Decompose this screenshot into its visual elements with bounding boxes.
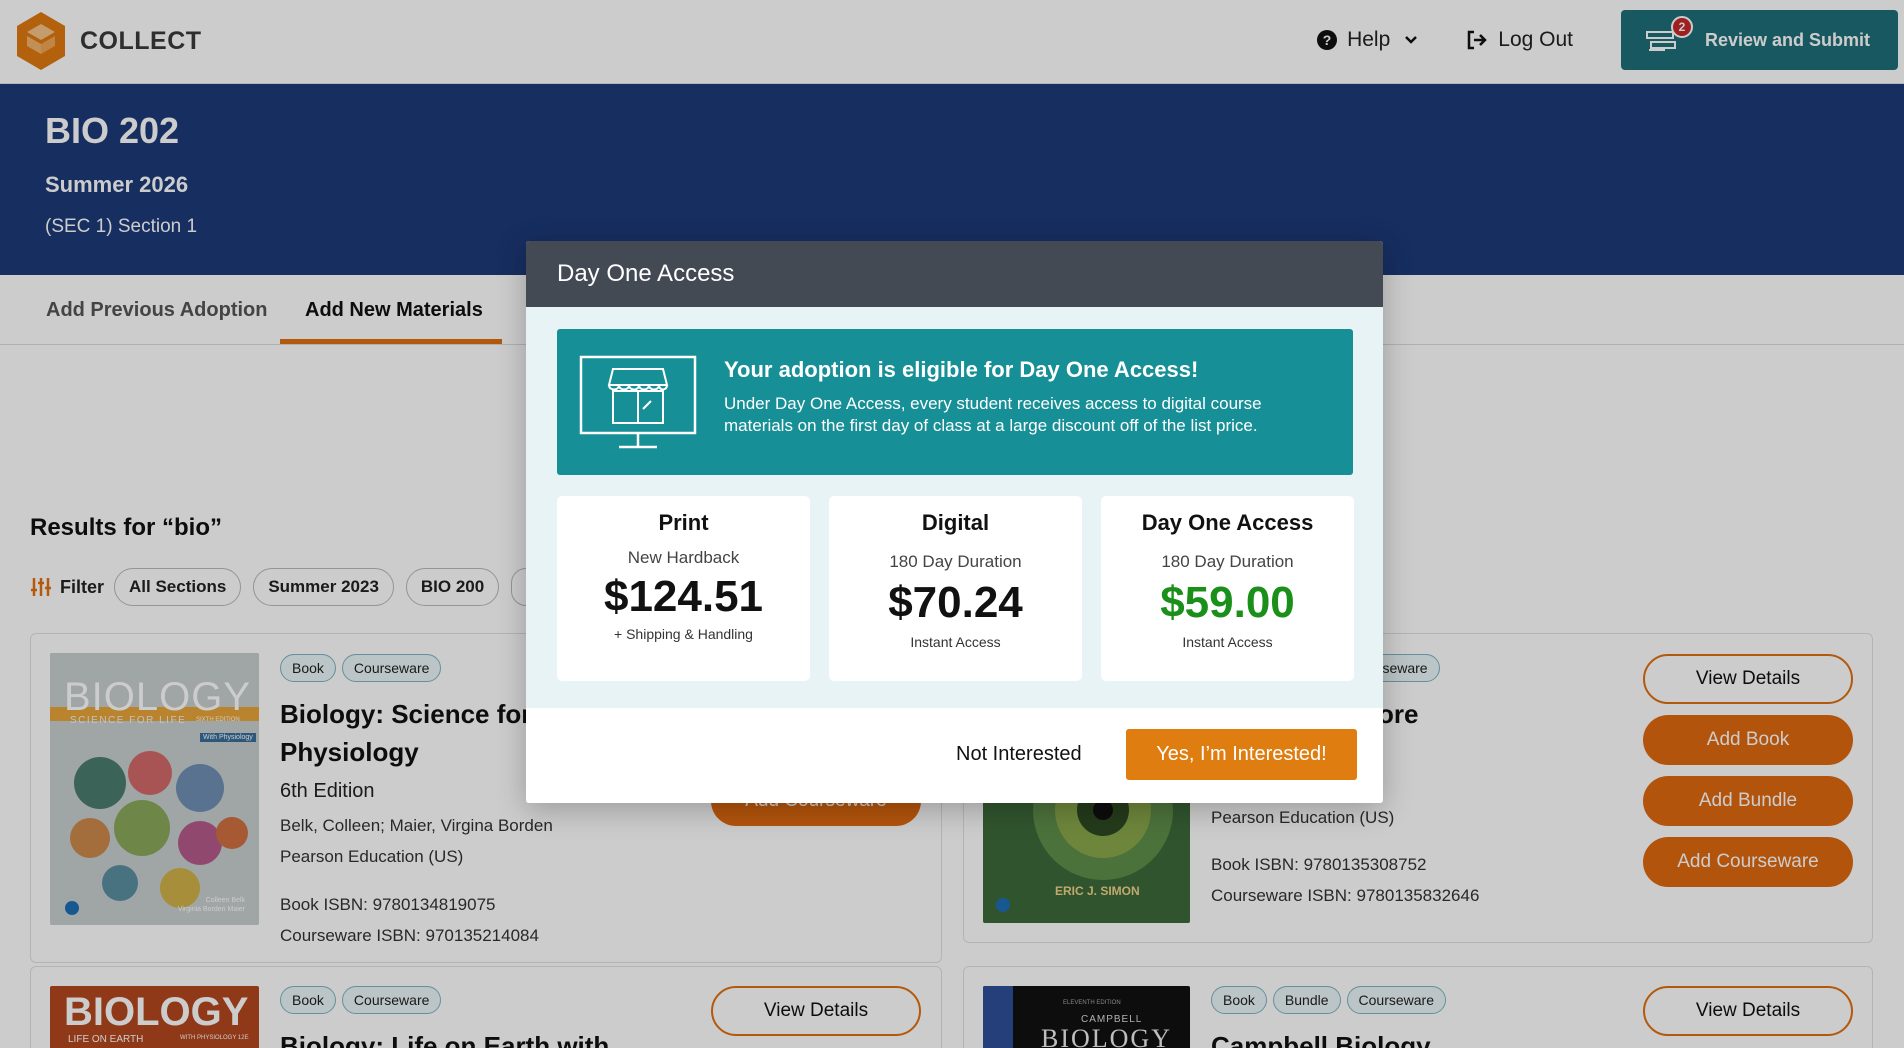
- option-price: $124.51: [603, 572, 764, 621]
- eligibility-description: Under Day One Access, every student rece…: [724, 394, 1262, 435]
- modal-title: Day One Access: [526, 241, 1383, 307]
- option-subtitle: 180 Day Duration: [1161, 552, 1294, 571]
- option-note: Instant Access: [910, 634, 1001, 650]
- price-option-digital: Digital 180 Day Duration $70.24 Instant …: [829, 496, 1082, 681]
- option-subtitle: 180 Day Duration: [889, 552, 1022, 571]
- yes-interested-button[interactable]: Yes, I’m Interested!: [1126, 729, 1357, 780]
- modal-footer: Not Interested Yes, I’m Interested!: [526, 708, 1383, 803]
- price-option-print: Print New Hardback $124.51 + Shipping & …: [557, 496, 810, 681]
- option-note: Instant Access: [1182, 634, 1273, 650]
- price-option-day-one-access: Day One Access 180 Day Duration $59.00 I…: [1101, 496, 1354, 681]
- option-subtitle: New Hardback: [627, 548, 740, 567]
- option-title: Day One Access: [1141, 510, 1314, 535]
- option-price: $59.00: [1160, 578, 1295, 627]
- storefront-monitor-icon: [579, 355, 697, 456]
- eligibility-title: Your adoption is eligible for Day One Ac…: [724, 357, 1199, 382]
- option-title: Print: [658, 510, 709, 535]
- option-price: $70.24: [888, 578, 1023, 627]
- day-one-access-modal: Day One Access Your adoption is eligible…: [526, 241, 1383, 803]
- eligibility-banner: Your adoption is eligible for Day One Ac…: [557, 329, 1353, 475]
- modal-body: Your adoption is eligible for Day One Ac…: [526, 307, 1383, 708]
- price-options: Print New Hardback $124.51 + Shipping & …: [557, 496, 1354, 681]
- option-title: Digital: [921, 510, 990, 535]
- not-interested-button[interactable]: Not Interested: [956, 743, 1082, 766]
- option-note: + Shipping & Handling: [614, 626, 753, 642]
